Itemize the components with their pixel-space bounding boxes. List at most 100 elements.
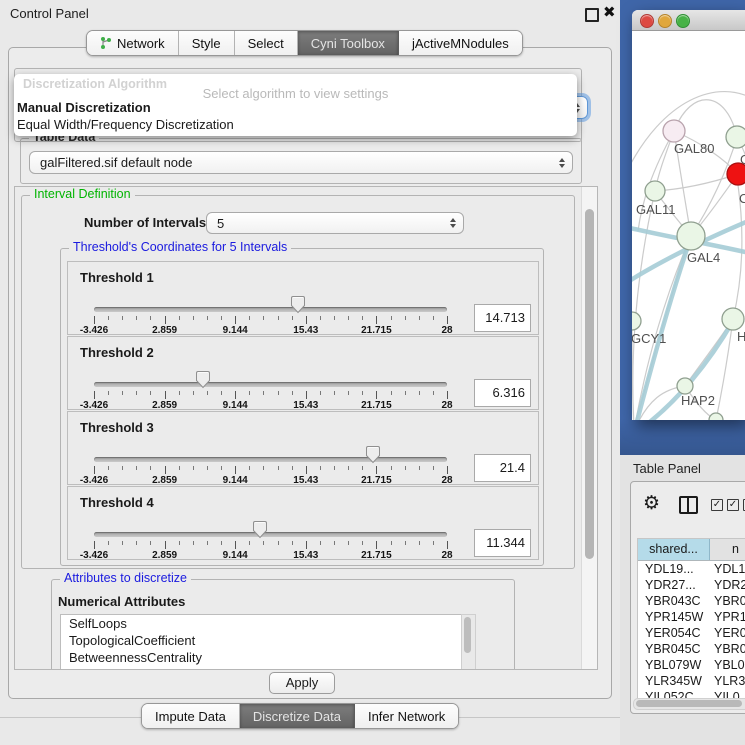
table-row[interactable]: YPR145WYPR1 (638, 609, 745, 625)
cell-name: YBR0 (709, 641, 745, 657)
tick-mark (136, 391, 137, 395)
tick-mark (292, 466, 293, 470)
zoom-traffic-light[interactable] (676, 14, 690, 28)
num-intervals-combobox[interactable]: 5 (206, 212, 464, 234)
tab-cyni-toolbox[interactable]: Cyni Toolbox (298, 31, 399, 55)
node-label-h: H (737, 329, 745, 344)
network-node-gal80[interactable] (663, 120, 685, 142)
float-window-icon[interactable] (585, 8, 599, 22)
scale-label: 2.859 (152, 475, 177, 486)
network-node-hap2[interactable] (677, 378, 693, 394)
tab-network[interactable]: Network (87, 31, 179, 55)
network-node-gcy1[interactable] (632, 312, 641, 330)
table-row[interactable]: YBR045CYBR0 (638, 641, 745, 657)
settings-vscrollbar[interactable] (581, 187, 597, 669)
tick-mark (278, 391, 279, 395)
network-node-g-[interactable] (726, 126, 745, 148)
node-label-gal11: GAL11 (636, 202, 676, 217)
tab-jactivemnodules[interactable]: jActiveMNodules (399, 31, 522, 55)
node-label-gal4: GAL4 (687, 250, 720, 265)
slider-track[interactable] (94, 457, 447, 462)
attribute-item-selfloops[interactable]: SelfLoops (61, 615, 461, 632)
slider-track[interactable] (94, 307, 447, 312)
checkbox-icon[interactable]: ✓ (711, 499, 723, 511)
tick-mark (108, 316, 109, 320)
scale-label: 21.715 (361, 475, 392, 486)
tick-mark (207, 466, 208, 470)
algorithm-option-equal-width-frequency-discretization[interactable]: Equal Width/Frequency Discretization (17, 117, 234, 132)
slider-ticks (94, 466, 447, 475)
attributes-list[interactable]: SelfLoopsTopologicalCoefficientBetweenne… (60, 614, 462, 670)
table-row[interactable]: YBR043CYBR0 (638, 593, 745, 609)
network-node-h[interactable] (722, 308, 744, 330)
column-header-shared-[interactable]: shared... (638, 539, 710, 560)
table-row[interactable]: YDR27...YDR2 (638, 577, 745, 593)
table-row[interactable]: YER054CYER0 (638, 625, 745, 641)
scale-label: 2.859 (152, 400, 177, 411)
threshold-value-field[interactable]: 11.344 (474, 529, 531, 557)
slider-handle[interactable] (195, 370, 211, 389)
table-hscrollbar[interactable] (633, 698, 745, 710)
gear-icon[interactable]: ⚙ (643, 492, 660, 514)
table-panel-title: Table Panel (633, 461, 701, 476)
network-window-titlebar[interactable] (632, 10, 745, 31)
threshold-row-3: Threshold 3-3.4262.8599.14415.4321.71528… (67, 411, 539, 485)
table-row[interactable]: YLR345WYLR3 (638, 673, 745, 689)
network-node-gal4[interactable] (677, 222, 705, 250)
threshold-value-field[interactable]: 6.316 (474, 379, 531, 407)
attribute-item-topologicalcoefficient[interactable]: TopologicalCoefficient (61, 632, 461, 649)
scrollbar-thumb[interactable] (464, 617, 471, 653)
scrollbar-thumb[interactable] (636, 700, 742, 707)
tick-mark (150, 316, 151, 320)
close-traffic-light[interactable] (640, 14, 654, 28)
close-icon[interactable]: ✖ (603, 3, 616, 21)
tab-infer-network[interactable]: Infer Network (355, 704, 458, 728)
tick-mark (165, 316, 166, 324)
table-row[interactable]: YBL079WYBL0 (638, 657, 745, 673)
attributes-list-scrollbar[interactable] (461, 614, 476, 670)
slider-ticks (94, 391, 447, 400)
slider-handle[interactable] (290, 295, 306, 314)
checkbox-icon[interactable]: ✓ (727, 499, 739, 511)
tick-mark (278, 466, 279, 470)
interval-definition-title: Interval Definition (30, 187, 135, 201)
attribute-item-betweennesscentrality[interactable]: BetweennessCentrality (61, 649, 461, 666)
tick-mark (334, 316, 335, 320)
threshold-row-2: Threshold 2-3.4262.8599.14415.4321.71528… (67, 336, 539, 410)
column-header-n[interactable]: n (710, 539, 745, 560)
algorithm-option-manual-discretization[interactable]: Manual Discretization (17, 100, 151, 115)
tick-mark (207, 541, 208, 545)
tick-mark (376, 391, 377, 399)
network-node[interactable] (709, 413, 723, 420)
table-data-combobox[interactable]: galFiltered.sif default node (29, 151, 573, 174)
network-canvas[interactable]: GAL80G.CGAL11GAL4GCY1HHAP2 (632, 31, 745, 420)
tick-mark (207, 316, 208, 320)
cell-shared-name: YER054C (638, 625, 709, 641)
threshold-row-4: Threshold 4-3.4262.8599.14415.4321.71528… (67, 486, 539, 560)
scale-label: -3.426 (80, 550, 108, 561)
minimize-traffic-light[interactable] (658, 14, 672, 28)
slider-handle[interactable] (252, 520, 268, 539)
tick-mark (263, 466, 264, 470)
network-node-c[interactable] (727, 163, 745, 185)
apply-button[interactable]: Apply (269, 672, 335, 694)
slider-track[interactable] (94, 382, 447, 387)
threshold-value-field[interactable]: 21.4 (474, 454, 531, 482)
scrollbar-thumb[interactable] (585, 209, 594, 559)
threshold-value-field[interactable]: 14.713 (474, 304, 531, 332)
network-icon (100, 36, 112, 50)
tab-label: Infer Network (368, 709, 445, 724)
tab-impute-data[interactable]: Impute Data (142, 704, 240, 728)
tab-select[interactable]: Select (235, 31, 298, 55)
tick-mark (419, 541, 420, 545)
tick-mark (179, 316, 180, 320)
combo-stepper-icon (450, 218, 456, 228)
table-row[interactable]: YDL19...YDL1 (638, 561, 745, 577)
tab-style[interactable]: Style (179, 31, 235, 55)
slider-track[interactable] (94, 532, 447, 537)
algorithm-hint: Select algorithm to view settings (14, 86, 577, 101)
slider-handle[interactable] (365, 445, 381, 464)
columns-icon[interactable] (679, 496, 698, 514)
network-node-gal11[interactable] (645, 181, 665, 201)
tab-discretize-data[interactable]: Discretize Data (240, 704, 355, 728)
